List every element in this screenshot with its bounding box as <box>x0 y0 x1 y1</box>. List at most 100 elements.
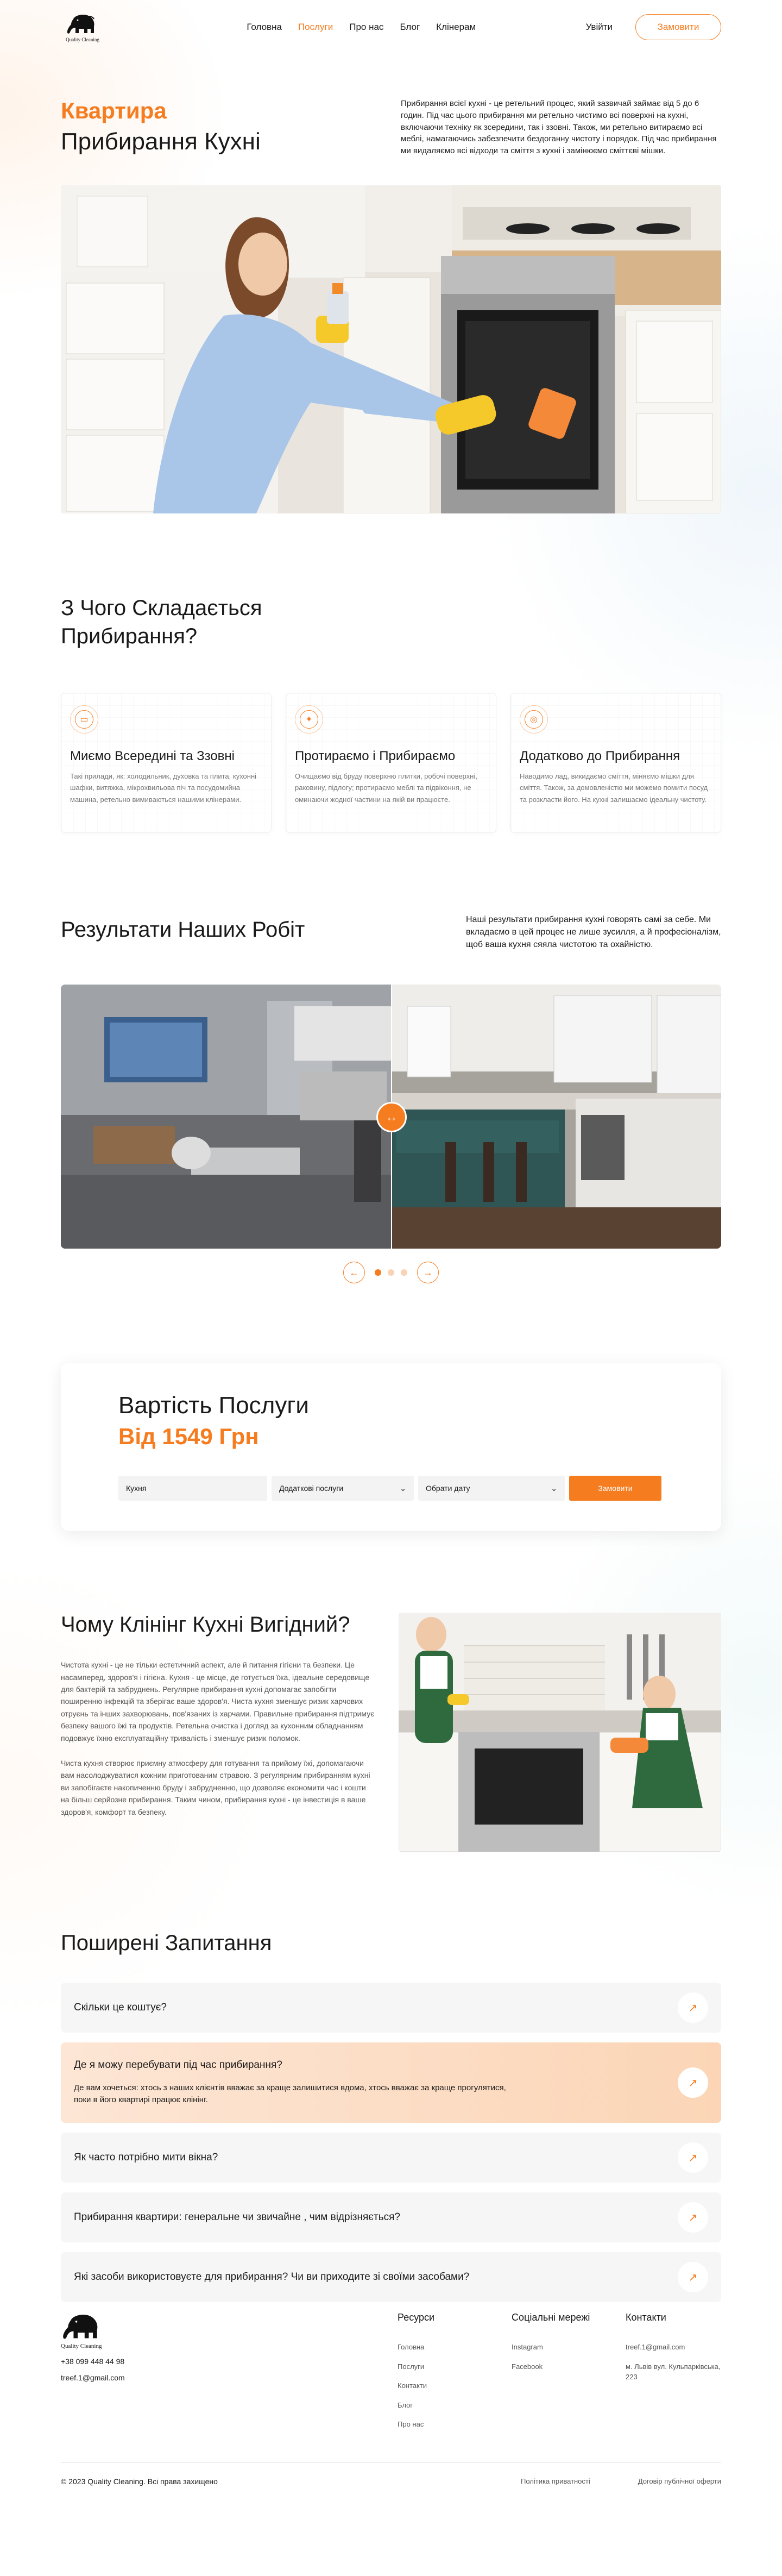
date-select-label: Обрати дату <box>426 1484 470 1493</box>
faq-question: Де я можу перебувати під час прибирання? <box>74 2059 282 2071</box>
site-footer: Quality Cleaning +38 099 448 44 98 treef… <box>61 2312 721 2486</box>
card-text: Очищаємо від бруду поверхню плитки, робо… <box>295 772 477 804</box>
brand-logo[interactable]: Quality Cleaning <box>61 12 104 42</box>
nav-about[interactable]: Про нас <box>349 22 383 33</box>
date-select[interactable]: Обрати дату ⌄ <box>418 1476 565 1501</box>
slider-dot[interactable] <box>401 1269 407 1276</box>
composition-card: ▭ Миємо Всередині та Ззовні Такі прилади… <box>61 692 272 833</box>
faq-item[interactable]: Як часто потрібно мити вікна? ↗ <box>61 2133 721 2183</box>
hero-accent: Квартира <box>61 98 167 123</box>
footer-bottom: © 2023 Quality Cleaning. Всі права захищ… <box>61 2462 721 2486</box>
hero-heading: Квартира Прибирання Кухні <box>61 98 261 157</box>
card-title: Миємо Всередині та Ззовні <box>70 748 235 763</box>
extra-services-label: Додаткові послуги <box>279 1484 344 1493</box>
offer-link[interactable]: Договір публічної оферти <box>638 2477 721 2486</box>
order-button[interactable]: Замовити <box>635 14 721 40</box>
card-text: Такі прилади, як: холодильник, духовка т… <box>70 772 257 804</box>
faq-item[interactable]: Де я можу перебувати під час прибирання?… <box>61 2042 721 2123</box>
footer-resources: Ресурси Головна Послуги Контакти Блог Пр… <box>398 2312 512 2439</box>
why-paragraph: Чистота кухні - це не тільки естетичний … <box>61 1660 375 1743</box>
footer-brand-name: Quality Cleaning <box>61 2343 102 2350</box>
why-paragraph: Чиста кухня створює приємну атмосферу дл… <box>61 1759 370 1816</box>
footer-link[interactable]: Контакти <box>398 2380 512 2391</box>
submit-order-button[interactable]: Замовити <box>569 1476 661 1501</box>
service-field[interactable]: Кухня <box>118 1476 267 1501</box>
footer-link[interactable]: Блог <box>398 2400 512 2411</box>
footer-contacts: Контакти treef.1@gmail.com м. Львів вул.… <box>626 2312 721 2439</box>
arrow-diagonal-icon[interactable]: ↗ <box>678 1992 708 2023</box>
faq-question: Як часто потрібно мити вікна? <box>74 2152 218 2164</box>
main-nav: Головна Послуги Про нас Блог Клінерам <box>247 22 476 33</box>
slider-dot[interactable] <box>388 1269 394 1276</box>
arrow-diagonal-icon[interactable]: ↗ <box>678 2142 708 2173</box>
hero-description: Прибирання всієї кухні - це ретельний пр… <box>401 99 717 155</box>
faq-item[interactable]: Які засоби використовуєте для прибирання… <box>61 2252 721 2303</box>
faq-title: Поширені Запитання <box>61 1931 272 1955</box>
footer-address: м. Львів вул. Кульпарківська, 223 <box>626 2362 721 2381</box>
elephant-icon <box>67 14 94 34</box>
footer-social: Соціальні мережі Instagram Facebook <box>512 2312 626 2439</box>
faq-answer: Де вам хочеться: хтось з наших клієнтів … <box>74 2083 506 2105</box>
results-title: Результати Наших Робіт <box>61 917 305 942</box>
results-description: Наші результати прибирання кухні говорят… <box>466 914 721 950</box>
price-box: Вартість Послуги Від 1549 Грн Кухня Дода… <box>61 1363 721 1532</box>
composition-card: ◎ Додатково до Прибирання Наводимо лад, … <box>510 692 721 833</box>
instagram-link[interactable]: Instagram <box>512 2342 626 2353</box>
arrow-diagonal-icon[interactable]: ↗ <box>678 2067 708 2098</box>
footer-link[interactable]: Про нас <box>398 2419 512 2430</box>
privacy-link[interactable]: Політика приватності <box>521 2477 590 2486</box>
footer-link[interactable]: Послуги <box>398 2361 512 2372</box>
composition-card: ✦ Протираємо і Прибираємо Очищаємо від б… <box>286 692 496 833</box>
composition-section: З Чого Складається Прибирання? ▭ Миємо В… <box>61 594 721 833</box>
order-form: Кухня Додаткові послуги ⌄ Обрати дату ⌄ … <box>118 1476 664 1501</box>
faq-item[interactable]: Прибирання квартири: генеральне чи звича… <box>61 2192 721 2243</box>
faq-question: Скільки це коштує? <box>74 2002 167 2014</box>
spray-icon: ✦ <box>295 705 323 734</box>
why-title: Чому Клінінг Кухні Вигідний? <box>61 1613 350 1637</box>
site-header: Quality Cleaning Головна Послуги Про нас… <box>0 0 782 54</box>
slider-controls: ← → <box>61 1262 721 1284</box>
extra-services-select[interactable]: Додаткові послуги ⌄ <box>272 1476 414 1501</box>
faq-question: Прибирання квартири: генеральне чи звича… <box>74 2211 400 2223</box>
footer-link[interactable]: Головна <box>398 2342 512 2353</box>
footer-email[interactable]: treef.1@gmail.com <box>61 2373 125 2382</box>
composition-cards: ▭ Миємо Всередині та Ззовні Такі прилади… <box>61 692 721 833</box>
cleaners-image <box>399 1613 721 1852</box>
facebook-link[interactable]: Facebook <box>512 2361 626 2372</box>
card-text: Наводимо лад, викидаємо сміття, міняємо … <box>520 772 708 804</box>
arrow-diagonal-icon[interactable]: ↗ <box>678 2202 708 2233</box>
faq-section: Поширені Запитання Скільки це коштує? ↗ … <box>61 1931 721 2303</box>
elephant-icon <box>63 2315 98 2339</box>
copyright: © 2023 Quality Cleaning. Всі права захищ… <box>61 2477 218 2486</box>
chevron-down-icon: ⌄ <box>551 1483 557 1493</box>
login-link[interactable]: Увійти <box>586 22 613 33</box>
price-amount: Від 1549 Грн <box>118 1424 259 1450</box>
service-field-value: Кухня <box>126 1484 147 1493</box>
hero-title: Прибирання Кухні <box>61 128 261 155</box>
card-title: Додатково до Прибирання <box>520 748 680 763</box>
nav-home[interactable]: Головна <box>247 22 282 33</box>
slider-dot[interactable] <box>375 1269 381 1276</box>
footer-logo[interactable]: Quality Cleaning <box>61 2312 125 2349</box>
bucket-icon: ◎ <box>520 705 548 734</box>
arrow-right-icon[interactable]: → <box>417 1262 439 1284</box>
composition-title-line1: З Чого Складається <box>61 596 262 620</box>
faq-question: Які засоби використовуєте для прибирання… <box>74 2271 470 2283</box>
slider-handle-icon[interactable]: ↔ <box>376 1102 407 1133</box>
faq-item[interactable]: Скільки це коштує? ↗ <box>61 1983 721 2033</box>
chevron-down-icon: ⌄ <box>400 1483 406 1493</box>
nav-cleaners[interactable]: Клінерам <box>436 22 476 33</box>
arrow-left-icon[interactable]: ← <box>343 1262 365 1284</box>
before-image <box>61 985 391 1249</box>
nav-blog[interactable]: Блог <box>400 22 420 33</box>
hero: Квартира Прибирання Кухні Прибирання всі… <box>61 54 721 157</box>
arrow-diagonal-icon[interactable]: ↗ <box>678 2262 708 2293</box>
footer-col-title: Соціальні мережі <box>512 2312 590 2323</box>
header-actions: Увійти Замовити <box>586 14 721 40</box>
hero-image <box>61 185 721 513</box>
footer-phone[interactable]: +38 099 448 44 98 <box>61 2357 125 2366</box>
footer-contact-email[interactable]: treef.1@gmail.com <box>626 2342 721 2353</box>
slider-dots <box>375 1269 407 1276</box>
before-after-slider[interactable]: ↔ <box>61 985 721 1249</box>
nav-services[interactable]: Послуги <box>298 22 333 33</box>
